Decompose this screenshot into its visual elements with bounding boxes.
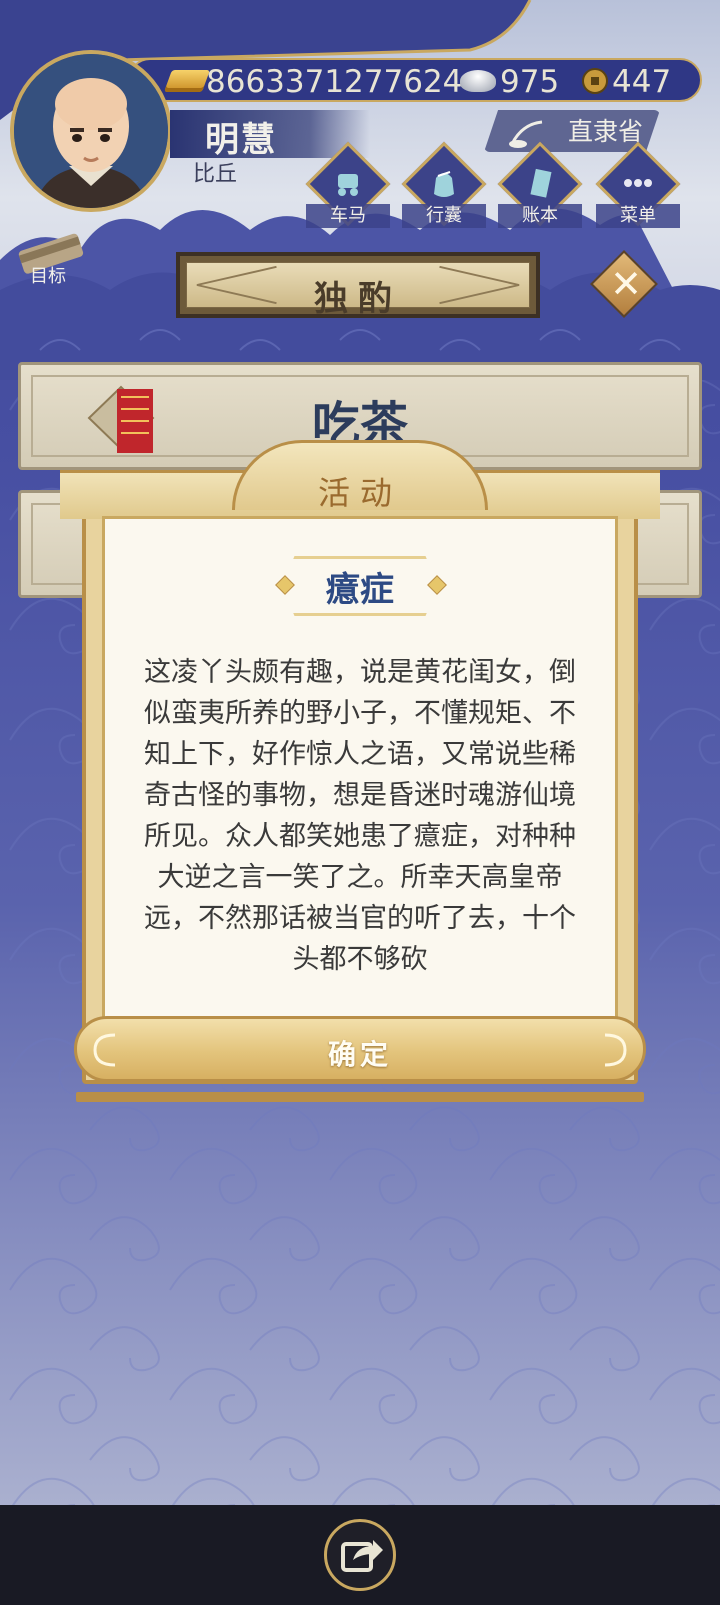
- gold-ingot-icon: [163, 70, 211, 92]
- menu-carriage-button[interactable]: 车马: [305, 141, 391, 234]
- silver-amount: 975: [500, 64, 560, 100]
- page-title-banner: 独酌: [176, 252, 540, 319]
- menu-more-label: 菜单: [596, 204, 680, 228]
- modal-base: [76, 1092, 644, 1102]
- share-icon: [341, 1540, 383, 1572]
- monk-portrait: [14, 54, 168, 208]
- resource-bar: 8663371277624 975 447: [128, 58, 702, 102]
- gold-amount: 8663371277624: [206, 64, 463, 100]
- game-screen: 8663371277624 975 447 明慧 比丘 直隶省 车马 行囊 账本…: [0, 0, 720, 1505]
- goal-label: 目标: [30, 266, 66, 287]
- player-avatar[interactable]: [10, 50, 172, 212]
- menu-ledger-label: 账本: [498, 204, 582, 228]
- menu-bag-button[interactable]: 行囊: [401, 141, 487, 234]
- more-icon: [624, 179, 652, 187]
- location-name: 直隶省: [568, 117, 644, 146]
- menu-bag-label: 行囊: [402, 204, 486, 228]
- player-rank: 比丘: [193, 162, 238, 187]
- coin-amount: 447: [612, 64, 672, 100]
- menu-carriage-label: 车马: [306, 204, 390, 228]
- modal-subtitle: 癔症: [326, 570, 394, 610]
- bag-icon: [434, 171, 454, 197]
- copper-coin-icon: [582, 68, 608, 94]
- player-name: 明慧: [205, 120, 277, 160]
- silver-ingot-icon: [460, 70, 496, 92]
- modal-body-text: 这凌丫头颇有趣，说是黄花闺女，倒似蛮夷所养的野小子，不懂规矩、不知上下，好作惊人…: [144, 657, 576, 975]
- close-icon: ✕: [610, 262, 642, 306]
- confirm-label: 确定: [327, 1038, 392, 1071]
- share-button[interactable]: [324, 1519, 396, 1591]
- menu-more-button[interactable]: 菜单: [595, 141, 681, 234]
- menu-ledger-button[interactable]: 账本: [497, 141, 583, 234]
- carriage-icon: [338, 174, 358, 196]
- ledger-icon: [530, 168, 552, 198]
- modal-title: 活动: [317, 474, 402, 512]
- confirm-button[interactable]: 确定: [74, 1016, 646, 1082]
- close-button[interactable]: ✕: [590, 250, 658, 318]
- page-title: 独酌: [314, 279, 402, 319]
